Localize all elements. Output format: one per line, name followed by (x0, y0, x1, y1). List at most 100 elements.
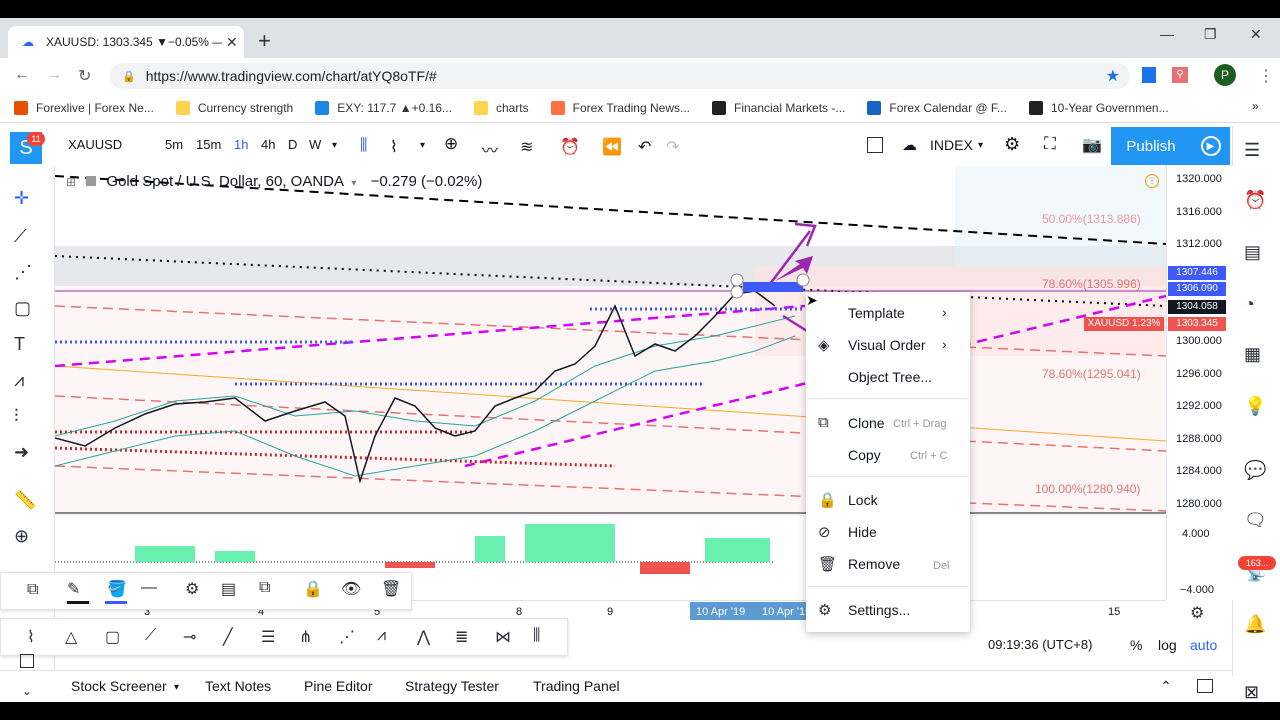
bell-icon[interactable]: 🔔 (1244, 614, 1266, 635)
bookmark-item[interactable]: charts (473, 101, 529, 115)
fib-retracement-icon[interactable]: ≣ (455, 627, 468, 647)
browser-tab[interactable]: ☁ XAUUSD: 1303.345 ▼−0.05% — ✕ (8, 26, 244, 58)
visual-order-icon[interactable]: ▤ (221, 579, 236, 599)
camera-icon[interactable]: 📷 (1082, 135, 1102, 155)
menu-item-copy[interactable]: Copy (848, 447, 881, 463)
bookmark-item[interactable]: Financial Markets -... (712, 101, 845, 115)
bookmark-item[interactable]: Forex Calendar @ F... (867, 101, 1007, 115)
chart-pane[interactable]: 50.00%(1313.886) 78.60%(1305.996) 78.60%… (55, 166, 1166, 600)
tab-trading-panel[interactable]: Trading Panel (533, 678, 620, 694)
interval-w[interactable]: W (309, 137, 321, 152)
menu-item-object-tree[interactable]: Object Tree... (848, 369, 932, 385)
reload-icon[interactable]: ↻ (78, 66, 91, 86)
scale-settings-icon[interactable]: ⚙ (1190, 603, 1204, 623)
percent-scale-toggle[interactable]: % (1130, 637, 1142, 653)
pitchfork-tool-icon[interactable]: ⋔ (299, 627, 312, 647)
trend-line-icon[interactable]: ⟋ (14, 226, 27, 247)
more-bookmarks-icon[interactable]: » (1252, 99, 1259, 113)
candles-style-icon[interactable]: ⫼ (360, 137, 367, 155)
close-window-icon[interactable]: ✕ (1250, 26, 1262, 43)
menu-item-lock[interactable]: Lock (848, 492, 878, 508)
warning-icon[interactable]: ! (1145, 174, 1159, 188)
line-color-icon[interactable]: ✎ (67, 579, 80, 599)
symbol-search[interactable]: XAUUSD (68, 137, 122, 152)
stock-screener-dropdown-icon[interactable]: ▾ (174, 682, 179, 693)
alerts-clock-icon[interactable]: ⏰ (1244, 190, 1266, 211)
tab-stock-screener[interactable]: Stock Screener (71, 678, 167, 694)
fullscreen-icon[interactable]: ⛶ (1044, 134, 1056, 154)
collapse-toolbar-icon[interactable]: ⌄ (0, 684, 54, 702)
arrow-tool-icon[interactable]: ➜ (14, 442, 29, 463)
browser-menu-icon[interactable]: ⋮ (1258, 66, 1274, 86)
brush-tool-icon[interactable]: ⌇ (27, 627, 35, 647)
messages-icon[interactable]: 🗨 (1244, 510, 1267, 531)
bookmark-item[interactable]: Forex Trading News... (550, 101, 690, 115)
text-tool-icon[interactable]: T (14, 334, 25, 355)
help-icon[interactable]: ⊠ (1244, 682, 1259, 703)
data-window-icon[interactable]: ▤ (1244, 242, 1261, 263)
bookmark-item[interactable]: EXY: 117.7 ▲+0.16... (315, 101, 452, 115)
horizontal-ray-icon[interactable]: ⊸ (183, 627, 196, 647)
new-tab-icon[interactable]: + (258, 28, 271, 54)
trend-line-tool-icon[interactable]: ╱ (223, 627, 233, 647)
ideas-icon[interactable]: 💡 (1244, 396, 1266, 417)
eye-icon[interactable]: 👁 (341, 579, 361, 599)
omnibox[interactable]: 🔒 https://www.tradingview.com/chart/atYQ… (110, 63, 1130, 89)
fill-color-icon[interactable]: 🪣 (107, 579, 127, 599)
index-button[interactable]: INDEX (930, 137, 973, 153)
replay-icon[interactable]: ⏪ (602, 137, 622, 157)
alert-icon[interactable]: ⏰ (560, 137, 580, 157)
extension-pdf-icon[interactable]: ⚲ (1172, 67, 1188, 83)
template-icon[interactable]: ⧉ (27, 581, 38, 599)
maximize-panel-icon[interactable] (1197, 679, 1213, 693)
gann-tool-icon[interactable]: ⋈ (495, 627, 511, 647)
auto-scale-toggle[interactable]: auto (1190, 637, 1217, 653)
menu-item-template[interactable]: Template (848, 305, 905, 321)
fan-tool-icon[interactable]: ⋰ (339, 627, 355, 647)
prediction-tool-icon[interactable]: ⫶ (14, 406, 19, 427)
minimize-icon[interactable]: — (1160, 26, 1174, 42)
ray-tool-icon[interactable]: ⟋ (145, 627, 156, 645)
menu-item-visual-order[interactable]: Visual Order (848, 337, 926, 353)
chart-legend[interactable]: ⊞ Gold Spot / U.S. Dollar, 60, OANDA ▾ −… (66, 173, 482, 190)
publish-button[interactable]: Publish (1111, 127, 1191, 165)
chart-type-dropdown-icon[interactable]: ▾ (420, 140, 425, 151)
menu-item-hide[interactable]: Hide (848, 524, 877, 540)
lock-icon[interactable]: 🔒 (303, 579, 323, 599)
restore-icon[interactable]: ❐ (1204, 26, 1217, 43)
watchlist-icon[interactable]: ☰ (1244, 140, 1260, 161)
tab-strategy-tester[interactable]: Strategy Tester (405, 678, 499, 694)
interval-1h[interactable]: 1h (234, 137, 248, 152)
bookmark-item[interactable]: 10-Year Governmen... (1028, 101, 1169, 115)
layout-icon[interactable] (867, 137, 883, 153)
chat-icon[interactable]: 💬 (1244, 460, 1266, 481)
ruler-icon[interactable]: 📏 (14, 490, 36, 511)
triangle-tool-icon[interactable]: △ (65, 627, 77, 647)
redo-icon[interactable]: ↷ (666, 137, 679, 157)
calendar-icon[interactable]: ▦ (1244, 344, 1261, 365)
bookmark-item[interactable]: Currency strength (175, 101, 293, 115)
publish-video-button[interactable]: ▶ (1191, 127, 1230, 165)
log-scale-toggle[interactable]: log (1158, 637, 1177, 653)
interval-dropdown-icon[interactable]: ▾ (332, 140, 337, 151)
fib-tool-icon[interactable]: ⋰ (14, 262, 32, 283)
shape-tool-icon[interactable]: ▢ (14, 298, 31, 319)
undo-icon[interactable]: ↶ (638, 137, 651, 157)
long-position-icon[interactable]: ⫼ (533, 627, 540, 645)
crosshair-icon[interactable]: ✛ (14, 188, 29, 209)
cloud-icon[interactable]: ☁ (902, 136, 917, 154)
menu-item-remove[interactable]: Remove (848, 556, 900, 572)
clone-icon[interactable]: ⧉ (259, 579, 270, 597)
profile-avatar[interactable]: P (1214, 64, 1236, 86)
bookmark-star-icon[interactable]: ★ (1106, 66, 1120, 86)
interval-5m[interactable]: 5m (165, 137, 183, 152)
interval-4h[interactable]: 4h (261, 137, 275, 152)
menu-item-settings[interactable]: Settings... (848, 602, 910, 618)
tab-text-notes[interactable]: Text Notes (205, 678, 271, 694)
interval-15m[interactable]: 15m (196, 137, 221, 152)
indicators-icon[interactable]: 〰 (482, 137, 498, 161)
close-tab-icon[interactable]: ✕ (226, 34, 238, 51)
financials-icon[interactable]: ≋ (520, 137, 533, 157)
channel-tool-icon[interactable]: ☰ (261, 627, 275, 647)
abc-pattern-icon[interactable]: ⋀ (417, 627, 430, 647)
